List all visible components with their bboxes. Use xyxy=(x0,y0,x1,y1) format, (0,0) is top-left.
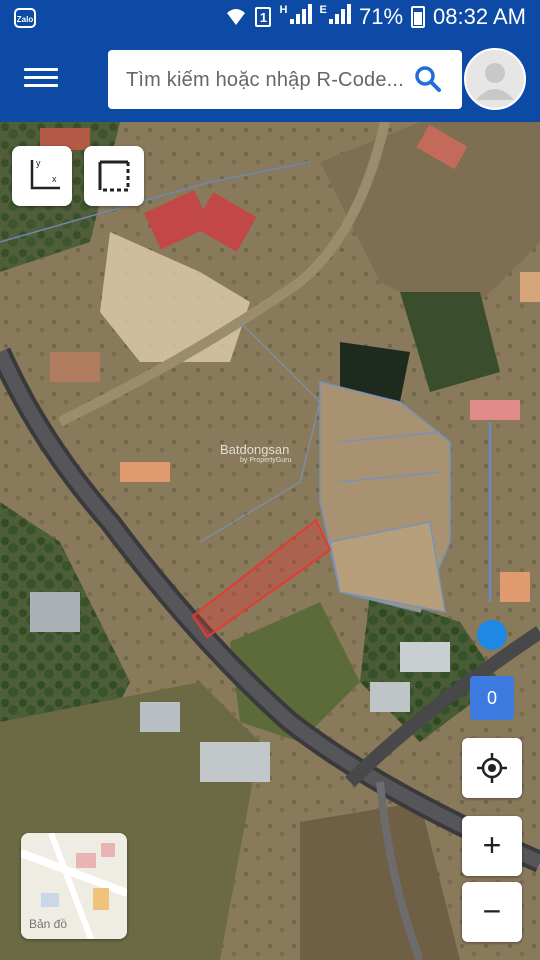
map-type-thumbnail[interactable]: Bản đồ xyxy=(21,833,127,939)
select-area-icon[interactable] xyxy=(84,146,144,206)
map-watermark: Batdongsan by PropertyGuru xyxy=(220,442,291,464)
clock: 08:32 AM xyxy=(433,4,526,29)
battery-level: 71% xyxy=(359,4,404,29)
zoom-out-label: − xyxy=(482,893,502,929)
watermark-text: Batdongsan xyxy=(220,442,290,457)
coordinate-axis-icon[interactable]: y x xyxy=(12,146,72,206)
status-bar: Zalo 1 H E 71% 08:32 AM xyxy=(0,0,540,38)
user-avatar-icon[interactable] xyxy=(464,48,526,110)
signal-icon-2: E xyxy=(320,4,351,30)
crosshair-locate-icon[interactable] xyxy=(462,738,522,798)
watermark-sub: by PropertyGuru xyxy=(240,457,292,464)
search-icon[interactable] xyxy=(414,65,442,93)
search-input[interactable]: Tìm kiếm hoặc nhập R-Code... xyxy=(108,50,462,109)
satellite-map[interactable]: y x Batdongsan by PropertyGuru 0 + − Bản… xyxy=(0,122,540,960)
thumbnail-label: Bản đồ xyxy=(29,917,68,931)
zoom-in-button[interactable]: + xyxy=(462,816,522,876)
hamburger-menu-icon[interactable] xyxy=(24,64,58,94)
current-location-dot xyxy=(477,620,507,650)
sim-icon: 1 xyxy=(255,7,272,27)
axis-x-label: x xyxy=(52,174,57,184)
zoom-in-label: + xyxy=(482,827,502,863)
battery-icon xyxy=(411,6,426,28)
zalo-icon: Zalo xyxy=(14,8,36,28)
wifi-icon xyxy=(227,9,246,25)
app-bar: Tìm kiếm hoặc nhập R-Code... xyxy=(0,38,540,122)
signal-icon: H xyxy=(279,4,312,30)
search-placeholder: Tìm kiếm hoặc nhập R-Code... xyxy=(126,69,404,91)
result-count-badge[interactable]: 0 xyxy=(470,676,514,720)
axis-y-label: y xyxy=(36,158,41,168)
zoom-out-button[interactable]: − xyxy=(462,882,522,942)
